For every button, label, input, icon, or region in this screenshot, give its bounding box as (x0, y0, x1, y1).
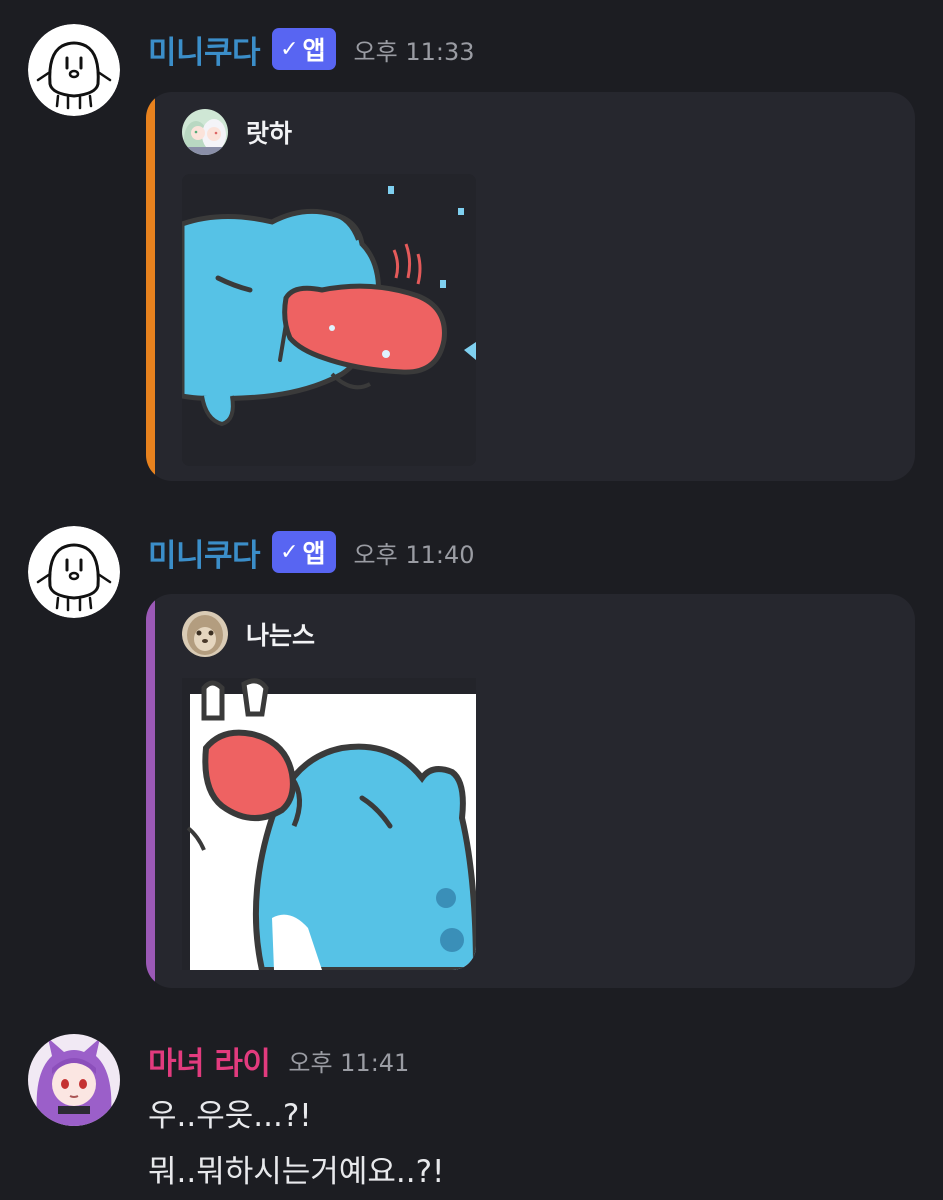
blue-creature-licking-sticker-icon (182, 678, 476, 970)
smiley-face-avatar-icon (28, 526, 120, 618)
embed-card[interactable]: 나는스 (146, 594, 915, 988)
blue-creature-tongue-out-sticker-icon (182, 174, 476, 466)
embed-author-avatar (182, 611, 228, 657)
anime-character-avatar-icon (182, 109, 228, 155)
timestamp: 오후 11:33 (353, 37, 475, 66)
message-text-line: 뭐..뭐하시는거예요..?! (148, 1154, 445, 1190)
purple-hair-girl-avatar-icon (28, 1034, 120, 1126)
embed-author[interactable]: 나는스 (182, 610, 315, 658)
check-icon: ✓ (280, 36, 299, 62)
smiley-face-avatar-icon (28, 24, 120, 116)
embed-accent-bar (146, 594, 155, 988)
embed-card[interactable]: 랏하 (146, 92, 915, 481)
username[interactable]: 미니쿠다 (148, 27, 261, 72)
user-avatar[interactable] (28, 24, 120, 116)
message-text-line: 우..우읏...?! (148, 1098, 312, 1134)
app-badge-label: 앱 (302, 539, 326, 568)
message-header: 미니쿠다 ✓ 앱 오후 11:40 (148, 530, 475, 574)
user-avatar[interactable] (28, 1034, 120, 1126)
embed-author-avatar (182, 109, 228, 155)
embed-accent-bar (146, 92, 155, 481)
sticker-image[interactable] (182, 678, 476, 970)
username[interactable]: 미니쿠다 (148, 530, 261, 575)
sticker-image[interactable] (182, 174, 476, 466)
app-badge-label: 앱 (302, 36, 326, 65)
username[interactable]: 마녀 라이 (148, 1038, 271, 1083)
message-header: 미니쿠다 ✓ 앱 오후 11:33 (148, 27, 475, 71)
embed-author-name[interactable]: 나는스 (246, 616, 315, 652)
message-header: 마녀 라이 오후 11:41 (148, 1038, 409, 1082)
timestamp: 오후 11:40 (353, 540, 475, 569)
timestamp: 오후 11:41 (288, 1048, 410, 1077)
embed-author-name[interactable]: 랏하 (246, 114, 292, 150)
check-icon: ✓ (280, 539, 299, 565)
embed-author[interactable]: 랏하 (182, 108, 292, 156)
app-badge: ✓ 앱 (272, 28, 336, 70)
app-badge: ✓ 앱 (272, 531, 336, 573)
user-avatar[interactable] (28, 526, 120, 618)
furry-animal-avatar-icon (182, 611, 228, 657)
